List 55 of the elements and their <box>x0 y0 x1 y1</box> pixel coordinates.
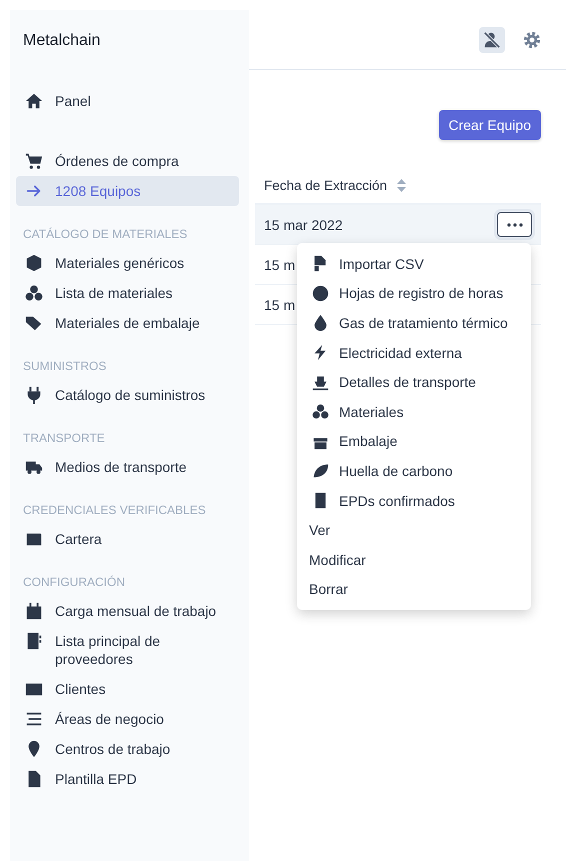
create-button[interactable]: Crear Equipo <box>438 110 541 140</box>
sidebar-item[interactable]: Materiales de embalaje <box>16 308 239 338</box>
sidebar-item[interactable]: Centros de trabajo <box>16 734 239 764</box>
plug-icon <box>25 386 43 404</box>
menu-item[interactable]: Hojas de registro de horas <box>297 278 531 308</box>
sidebar-item[interactable]: Clientes <box>16 674 239 704</box>
sidebar-item[interactable]: Lista de materiales <box>16 278 239 308</box>
table-cell: 15 m <box>264 256 296 272</box>
table-cell: 15 m <box>264 296 296 312</box>
sidebar-item[interactable]: Panel <box>16 86 239 116</box>
menu-item[interactable]: Borrar <box>297 574 531 604</box>
sidebar-item[interactable]: 1208 Equipos <box>16 176 239 206</box>
section-heading: CREDENCIALES VERIFICABLES <box>22 502 207 519</box>
section-heading: TRANSPORTE <box>22 430 106 447</box>
calendar-icon <box>25 602 43 620</box>
drop-icon <box>312 314 329 332</box>
user-slash-icon <box>483 30 501 48</box>
sidebar-item[interactable]: Catálogo de suministros <box>16 380 239 410</box>
section-heading: SUMINISTROS <box>22 358 108 375</box>
cube-icon <box>25 254 43 272</box>
menu-item[interactable]: Importar CSV <box>297 249 531 279</box>
contact-book-icon <box>25 632 43 650</box>
list-icon <box>25 710 43 728</box>
menu-item[interactable]: Gas de tratamiento térmico <box>297 308 531 338</box>
ellipsis-icon <box>506 222 522 226</box>
sidebar-item[interactable]: Plantilla EPD <box>16 764 239 794</box>
menu-item[interactable]: EPDs confirmados <box>297 486 531 516</box>
sidebar-item[interactable]: Lista principal de proveedores <box>16 626 239 674</box>
cubes-icon <box>312 403 329 420</box>
tag-icon <box>25 314 43 332</box>
sidebar-item[interactable]: Carga mensual de trabajo <box>16 596 239 626</box>
sidebar-item[interactable]: Áreas de negocio <box>16 704 239 734</box>
sidebar-item[interactable]: Cartera <box>16 524 239 554</box>
menu-item[interactable]: Embalaje <box>297 426 531 456</box>
leaf-icon <box>312 462 329 480</box>
cart-icon <box>25 152 43 170</box>
more-button[interactable] <box>497 212 532 237</box>
sidebar-item[interactable]: Materiales genéricos <box>16 248 239 278</box>
app-title: Metalchain <box>22 32 102 50</box>
section-heading: CATÁLOGO DE MATERIALES <box>22 226 188 243</box>
menu-item[interactable]: Detalles de transporte <box>297 367 531 397</box>
sidebar-item[interactable]: Órdenes de compra <box>16 146 239 176</box>
menu-item[interactable]: Modificar <box>297 544 531 575</box>
menu-item[interactable]: Huella de carbono <box>297 456 531 486</box>
column-header[interactable]: Fecha de Extracción <box>264 178 388 193</box>
cubes-icon <box>25 284 43 302</box>
user-toggle-button[interactable] <box>479 26 505 52</box>
menu-item[interactable]: Materiales <box>297 396 531 427</box>
sidebar-item[interactable]: Medios de transporte <box>16 452 239 482</box>
menu-item[interactable]: Ver <box>297 515 531 545</box>
house-icon <box>25 92 43 110</box>
menu-item[interactable]: Electricidad externa <box>297 338 531 368</box>
table-cell: 15 mar 2022 <box>264 216 343 232</box>
section-heading: CONFIGURACIÓN <box>22 574 126 591</box>
settings-icon[interactable] <box>523 30 541 48</box>
